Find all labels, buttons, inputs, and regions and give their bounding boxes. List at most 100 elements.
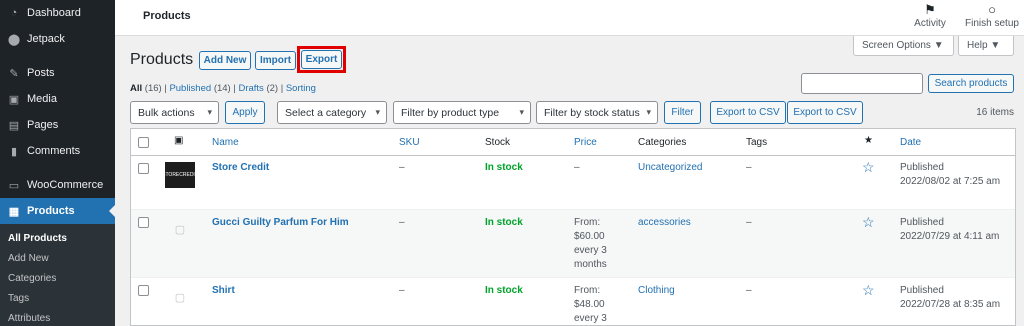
apply-button[interactable]: Apply <box>225 101 265 124</box>
sidebar-item-label: WooCommerce <box>27 179 104 191</box>
products-submenu: All Products Add New Categories Tags Att… <box>0 224 115 326</box>
product-thumbnail[interactable]: STORECREDIT <box>165 162 195 188</box>
product-category[interactable]: Uncategorized <box>638 161 702 175</box>
count-all: (16) <box>144 83 162 94</box>
product-sku: – <box>399 285 405 296</box>
sidebar-item-media[interactable]: ▣ Media <box>0 86 115 112</box>
screen-options-button[interactable]: Screen Options ▼ <box>853 36 954 56</box>
price-line: $48.00 <box>574 299 605 310</box>
submenu-all-products[interactable]: All Products <box>0 228 115 248</box>
sidebar-item-pages[interactable]: ▤ Pages <box>0 112 115 138</box>
price-line: months <box>574 259 607 270</box>
search-input[interactable] <box>801 73 923 94</box>
date-status: Published <box>900 217 944 228</box>
comment-icon: ▮ <box>10 145 18 158</box>
featured-star-icon[interactable]: ☆ <box>862 159 875 176</box>
sidebar-separator <box>0 164 115 172</box>
items-count: 16 items <box>976 107 1014 118</box>
product-type-value: Filter by product type <box>401 106 500 119</box>
submenu-categories[interactable]: Categories <box>0 268 115 288</box>
row-checkbox[interactable] <box>138 217 149 228</box>
column-stock: Stock <box>485 137 511 148</box>
topbar-title: Products <box>143 10 191 22</box>
submenu-add-new[interactable]: Add New <box>0 248 115 268</box>
column-sku[interactable]: SKU <box>399 137 420 148</box>
date-value: 2022/07/29 at 4:11 am <box>900 231 1000 242</box>
search-products-button[interactable]: Search products <box>928 74 1014 93</box>
sidebar-item-label: Jetpack <box>27 33 65 45</box>
gauge-icon: ◔ <box>10 7 18 19</box>
status-filter-links: All (16) | Published (14) | Drafts (2) |… <box>130 83 316 94</box>
filter-button[interactable]: Filter <box>664 101 701 124</box>
status-sorting[interactable]: Sorting <box>286 83 316 94</box>
date-value: 2022/08/02 at 7:25 am <box>900 176 1001 187</box>
sidebar-item-label: Products <box>27 205 75 217</box>
column-name[interactable]: Name <box>212 137 239 148</box>
stock-status-value: Filter by stock status <box>544 106 640 119</box>
activity-button[interactable]: ⚑ Activity <box>906 2 954 29</box>
stock-status-select[interactable]: Filter by stock status ▾ <box>536 101 658 124</box>
featured-star-icon[interactable]: ☆ <box>862 282 875 299</box>
sidebar-item-label: Posts <box>27 67 55 79</box>
price-line: From: <box>574 217 601 228</box>
sidebar-item-woocommerce[interactable]: ▭ WooCommerce <box>0 172 115 198</box>
row-checkbox[interactable] <box>138 285 149 296</box>
finish-setup-button[interactable]: ○ Finish setup <box>963 2 1021 29</box>
product-price: – <box>574 162 580 173</box>
finish-setup-label: Finish setup <box>965 18 1019 29</box>
sidebar-item-dashboard[interactable]: ◔ Dashboard <box>0 0 115 26</box>
export-highlight-box <box>297 46 346 73</box>
submenu-tags[interactable]: Tags <box>0 288 115 308</box>
help-button[interactable]: Help ▼ <box>958 36 1014 56</box>
category-select[interactable]: Select a category ▾ <box>277 101 387 124</box>
top-bar: Products ⚑ Activity ○ Finish setup <box>115 0 1024 36</box>
price-line: every 3 <box>574 313 607 324</box>
column-tags: Tags <box>746 137 768 148</box>
product-type-select[interactable]: Filter by product type ▾ <box>393 101 531 124</box>
row-checkbox[interactable] <box>138 163 149 174</box>
status-drafts[interactable]: Drafts <box>238 83 263 94</box>
select-all-checkbox[interactable] <box>138 137 149 148</box>
import-button[interactable]: Import <box>255 51 296 70</box>
submenu-attributes[interactable]: Attributes <box>0 308 115 326</box>
count-published: (14) <box>213 83 231 94</box>
export-csv-button-2[interactable]: Export to CSV <box>787 101 863 124</box>
product-name[interactable]: Gucci Guilty Parfum For Him <box>212 216 349 230</box>
price-line: From: <box>574 285 601 296</box>
sidebar-item-products[interactable]: ▦ Products <box>0 198 115 224</box>
date-status: Published <box>900 162 944 173</box>
product-category[interactable]: Clothing <box>638 284 675 298</box>
status-published[interactable]: Published <box>169 83 211 94</box>
add-new-button[interactable]: Add New <box>199 51 251 70</box>
product-name[interactable]: Shirt <box>212 284 235 298</box>
bulk-actions-select[interactable]: Bulk actions ▾ <box>130 101 219 124</box>
sidebar-item-comments[interactable]: ▮ Comments <box>0 138 115 164</box>
status-all[interactable]: All <box>130 83 142 94</box>
placeholder-image-icon[interactable]: ▢ <box>165 284 195 310</box>
product-name[interactable]: Store Credit <box>212 161 269 175</box>
sidebar-item-posts[interactable]: ✎ Posts <box>0 60 115 86</box>
chevron-down-icon: ▾ <box>207 107 212 117</box>
chevron-down-icon: ▾ <box>646 107 651 117</box>
admin-sidebar: ◔ Dashboard ⬤ Jetpack ✎ Posts ▣ Media ▤ … <box>0 0 115 326</box>
table-row: ▢ Shirt – In stock From: $48.00 every 3 … <box>131 278 1015 326</box>
table-row: ▢ Gucci Guilty Parfum For Him – In stock… <box>131 210 1015 278</box>
export-csv-button[interactable]: Export to CSV <box>710 101 786 124</box>
featured-star-icon[interactable]: ☆ <box>862 214 875 231</box>
product-tags: – <box>746 162 752 173</box>
placeholder-image-icon[interactable]: ▢ <box>165 216 195 242</box>
flag-icon: ⚑ <box>924 2 936 17</box>
stock-status: In stock <box>485 285 523 296</box>
product-category[interactable]: accessories <box>638 216 691 230</box>
sidebar-item-jetpack[interactable]: ⬤ Jetpack <box>0 26 115 52</box>
product-sku: – <box>399 217 405 228</box>
pin-icon: ✎ <box>9 67 19 80</box>
sidebar-separator <box>0 52 115 60</box>
circle-icon: ○ <box>988 2 996 17</box>
count-drafts: (2) <box>266 83 279 94</box>
product-sku: – <box>399 162 405 173</box>
product-tags: – <box>746 217 752 228</box>
column-date[interactable]: Date <box>900 137 921 148</box>
stock-status: In stock <box>485 162 523 173</box>
column-price[interactable]: Price <box>574 137 597 148</box>
